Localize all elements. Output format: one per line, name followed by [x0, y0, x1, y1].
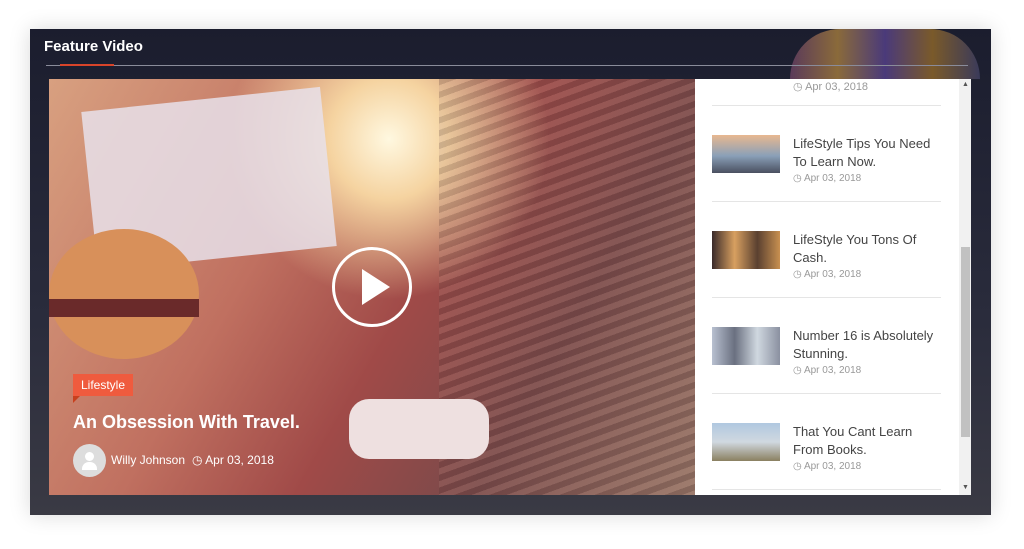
video-title[interactable]: An Obsession With Travel.: [73, 412, 300, 433]
scroll-up-icon[interactable]: ▲: [962, 81, 969, 88]
item-title[interactable]: LifeStyle Tips You Need To Learn Now.: [793, 135, 943, 171]
list-item[interactable]: Number 16 is Absolutely Stunning. ◷ Apr …: [712, 297, 941, 394]
section-title: Feature Video: [44, 38, 143, 55]
background-balloon: [790, 29, 980, 79]
list-item[interactable]: LifeStyle Tips You Need To Learn Now. ◷ …: [712, 105, 941, 202]
scrollbar[interactable]: ▲ ▼: [959, 79, 971, 495]
item-title[interactable]: LifeStyle You Tons Of Cash.: [793, 231, 943, 267]
video-image-hatband: [49, 299, 199, 317]
scroll-down-icon[interactable]: ▼: [962, 484, 969, 491]
list-item[interactable]: That You Cant Learn From Books. ◷ Apr 03…: [712, 393, 941, 490]
item-date: ◷ Apr 03, 2018: [793, 269, 862, 280]
play-icon[interactable]: [332, 247, 412, 327]
date-text: Apr 03, 2018: [205, 453, 274, 467]
item-thumbnail[interactable]: [712, 135, 780, 173]
divider-accent: [60, 64, 114, 66]
video-image-hat: [49, 229, 199, 359]
item-title[interactable]: That You Cant Learn From Books.: [793, 423, 943, 459]
item-date: ◷ Apr 03, 2018: [793, 365, 862, 376]
featured-video[interactable]: Lifestyle An Obsession With Travel. Will…: [49, 79, 695, 495]
clock-icon: ◷: [192, 453, 206, 467]
video-list: ◷ Apr 03, 2018 LifeStyle Tips You Need T…: [695, 79, 959, 495]
item-date: ◷ Apr 03, 2018: [793, 461, 862, 472]
avatar: [73, 444, 106, 477]
feature-video-section: Feature Video Lifestyle An Obsession Wit…: [30, 29, 991, 515]
item-title[interactable]: Number 16 is Absolutely Stunning.: [793, 327, 943, 363]
item-date: ◷ Apr 03, 2018: [793, 173, 862, 184]
item-thumbnail[interactable]: [712, 231, 780, 269]
category-badge[interactable]: Lifestyle: [73, 374, 134, 403]
item-thumbnail[interactable]: [712, 327, 780, 365]
list-item[interactable]: LifeStyle You Tons Of Cash. ◷ Apr 03, 20…: [712, 201, 941, 298]
date-text: Apr 03, 2018: [805, 81, 869, 93]
divider: [46, 65, 968, 66]
video-date: ◷ Apr 03, 2018: [192, 453, 274, 467]
clock-icon: ◷: [793, 81, 806, 93]
video-image-shoe: [349, 399, 489, 459]
scrollbar-thumb[interactable]: [961, 247, 970, 437]
item-thumbnail[interactable]: [712, 423, 780, 461]
item-date: ◷ Apr 03, 2018: [793, 81, 868, 94]
author-name[interactable]: Willy Johnson: [111, 453, 185, 467]
